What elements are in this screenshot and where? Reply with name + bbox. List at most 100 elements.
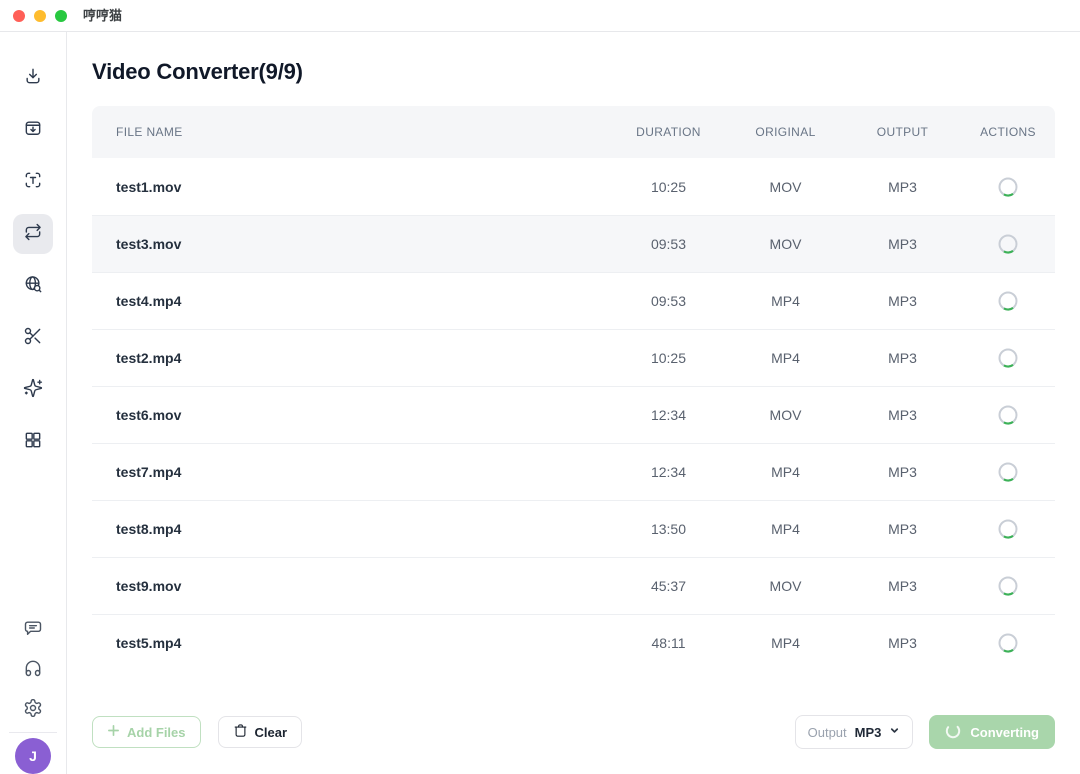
sidebar-item-apps[interactable] xyxy=(13,422,53,462)
text-scan-icon xyxy=(23,170,43,195)
progress-spinner-icon[interactable] xyxy=(997,632,1019,654)
duration-cell: 12:34 xyxy=(610,407,727,423)
actions-cell xyxy=(961,518,1055,540)
duration-cell: 09:53 xyxy=(610,293,727,309)
actions-cell xyxy=(961,233,1055,255)
table-row[interactable]: test9.mov 45:37 MOV MP3 xyxy=(92,557,1055,614)
progress-spinner-icon[interactable] xyxy=(997,233,1019,255)
file-name-cell: test1.mov xyxy=(92,179,610,195)
output-format-cell: MP3 xyxy=(844,407,961,423)
page-title: Video Converter(9/9) xyxy=(92,58,1055,86)
column-header-file-name: FILE NAME xyxy=(92,125,610,139)
clear-button[interactable]: Clear xyxy=(218,716,303,748)
table-body: test1.mov 10:25 MOV MP3 test3.mov 09:53 … xyxy=(92,158,1055,671)
footer-toolbar: Add Files Clear Output MP3 xyxy=(92,715,1055,774)
file-name-cell: test2.mp4 xyxy=(92,350,610,366)
sidebar-item-feedback[interactable] xyxy=(13,610,53,650)
plus-icon xyxy=(107,724,120,740)
table-row[interactable]: test6.mov 12:34 MOV MP3 xyxy=(92,386,1055,443)
gear-icon xyxy=(23,698,43,723)
sparkles-icon xyxy=(23,378,43,403)
progress-spinner-icon[interactable] xyxy=(997,461,1019,483)
add-files-button[interactable]: Add Files xyxy=(92,716,201,748)
actions-cell xyxy=(961,575,1055,597)
column-header-output: OUTPUT xyxy=(844,125,961,139)
file-name-cell: test4.mp4 xyxy=(92,293,610,309)
output-format-select[interactable]: Output MP3 xyxy=(795,715,914,749)
progress-spinner-icon[interactable] xyxy=(997,290,1019,312)
output-format-cell: MP3 xyxy=(844,521,961,537)
progress-spinner-icon[interactable] xyxy=(997,347,1019,369)
table-row[interactable]: test1.mov 10:25 MOV MP3 xyxy=(92,158,1055,215)
table-row[interactable]: test2.mp4 10:25 MP4 MP3 xyxy=(92,329,1055,386)
column-header-actions: ACTIONS xyxy=(961,125,1055,139)
sidebar-item-text-capture[interactable] xyxy=(13,162,53,202)
duration-cell: 45:37 xyxy=(610,578,727,594)
actions-cell xyxy=(961,404,1055,426)
sidebar-item-support[interactable] xyxy=(13,650,53,690)
headphones-icon xyxy=(23,658,43,683)
table-row[interactable]: test7.mp4 12:34 MP4 MP3 xyxy=(92,443,1055,500)
original-format-cell: MP4 xyxy=(727,293,844,309)
table-row[interactable]: test8.mp4 13:50 MP4 MP3 xyxy=(92,500,1055,557)
titlebar: 哼哼猫 xyxy=(0,0,1080,32)
loading-spinner-icon xyxy=(945,723,961,742)
zoom-window-button[interactable] xyxy=(55,10,67,22)
sidebar-item-settings[interactable] xyxy=(13,690,53,730)
globe-search-icon xyxy=(23,274,43,299)
table-row[interactable]: test3.mov 09:53 MOV MP3 xyxy=(92,215,1055,272)
progress-spinner-icon[interactable] xyxy=(997,176,1019,198)
repeat-convert-icon xyxy=(23,222,43,247)
close-window-button[interactable] xyxy=(13,10,25,22)
actions-cell xyxy=(961,347,1055,369)
main-content: Video Converter(9/9) FILE NAME DURATION … xyxy=(67,32,1080,774)
output-format-cell: MP3 xyxy=(844,236,961,252)
sidebar-item-converter[interactable] xyxy=(13,214,53,254)
duration-cell: 10:25 xyxy=(610,350,727,366)
actions-cell xyxy=(961,290,1055,312)
actions-cell xyxy=(961,632,1055,654)
output-format-cell: MP3 xyxy=(844,293,961,309)
original-format-cell: MP4 xyxy=(727,464,844,480)
sidebar-item-web-search[interactable] xyxy=(13,266,53,306)
file-name-cell: test7.mp4 xyxy=(92,464,610,480)
duration-cell: 48:11 xyxy=(610,635,727,651)
sidebar-item-import[interactable] xyxy=(13,110,53,150)
output-select-label: Output xyxy=(808,725,847,740)
output-format-cell: MP3 xyxy=(844,578,961,594)
sidebar: J xyxy=(0,32,67,774)
user-avatar[interactable]: J xyxy=(15,738,51,774)
file-table: FILE NAME DURATION ORIGINAL OUTPUT ACTIO… xyxy=(92,106,1055,671)
table-row[interactable]: test4.mp4 09:53 MP4 MP3 xyxy=(92,272,1055,329)
column-header-original: ORIGINAL xyxy=(727,125,844,139)
chevron-down-icon xyxy=(889,723,900,741)
duration-cell: 13:50 xyxy=(610,521,727,537)
file-name-cell: test8.mp4 xyxy=(92,521,610,537)
scissors-icon xyxy=(23,326,43,351)
progress-spinner-icon[interactable] xyxy=(997,575,1019,597)
output-format-cell: MP3 xyxy=(844,350,961,366)
table-header: FILE NAME DURATION ORIGINAL OUTPUT ACTIO… xyxy=(92,106,1055,158)
file-name-cell: test3.mov xyxy=(92,236,610,252)
progress-spinner-icon[interactable] xyxy=(997,518,1019,540)
minimize-window-button[interactable] xyxy=(34,10,46,22)
output-format-cell: MP3 xyxy=(844,179,961,195)
progress-spinner-icon[interactable] xyxy=(997,404,1019,426)
duration-cell: 10:25 xyxy=(610,179,727,195)
actions-cell xyxy=(961,176,1055,198)
original-format-cell: MOV xyxy=(727,236,844,252)
sidebar-item-download[interactable] xyxy=(13,58,53,98)
sidebar-item-trim[interactable] xyxy=(13,318,53,358)
converting-label: Converting xyxy=(970,725,1039,740)
file-name-cell: test9.mov xyxy=(92,578,610,594)
add-files-label: Add Files xyxy=(127,725,186,740)
sidebar-divider xyxy=(9,732,57,733)
original-format-cell: MOV xyxy=(727,578,844,594)
converting-button[interactable]: Converting xyxy=(929,715,1055,749)
output-select-value: MP3 xyxy=(855,725,882,740)
clear-label: Clear xyxy=(255,725,288,740)
inbox-download-icon xyxy=(23,118,43,143)
duration-cell: 09:53 xyxy=(610,236,727,252)
sidebar-item-ai-tools[interactable] xyxy=(13,370,53,410)
table-row[interactable]: test5.mp4 48:11 MP4 MP3 xyxy=(92,614,1055,671)
